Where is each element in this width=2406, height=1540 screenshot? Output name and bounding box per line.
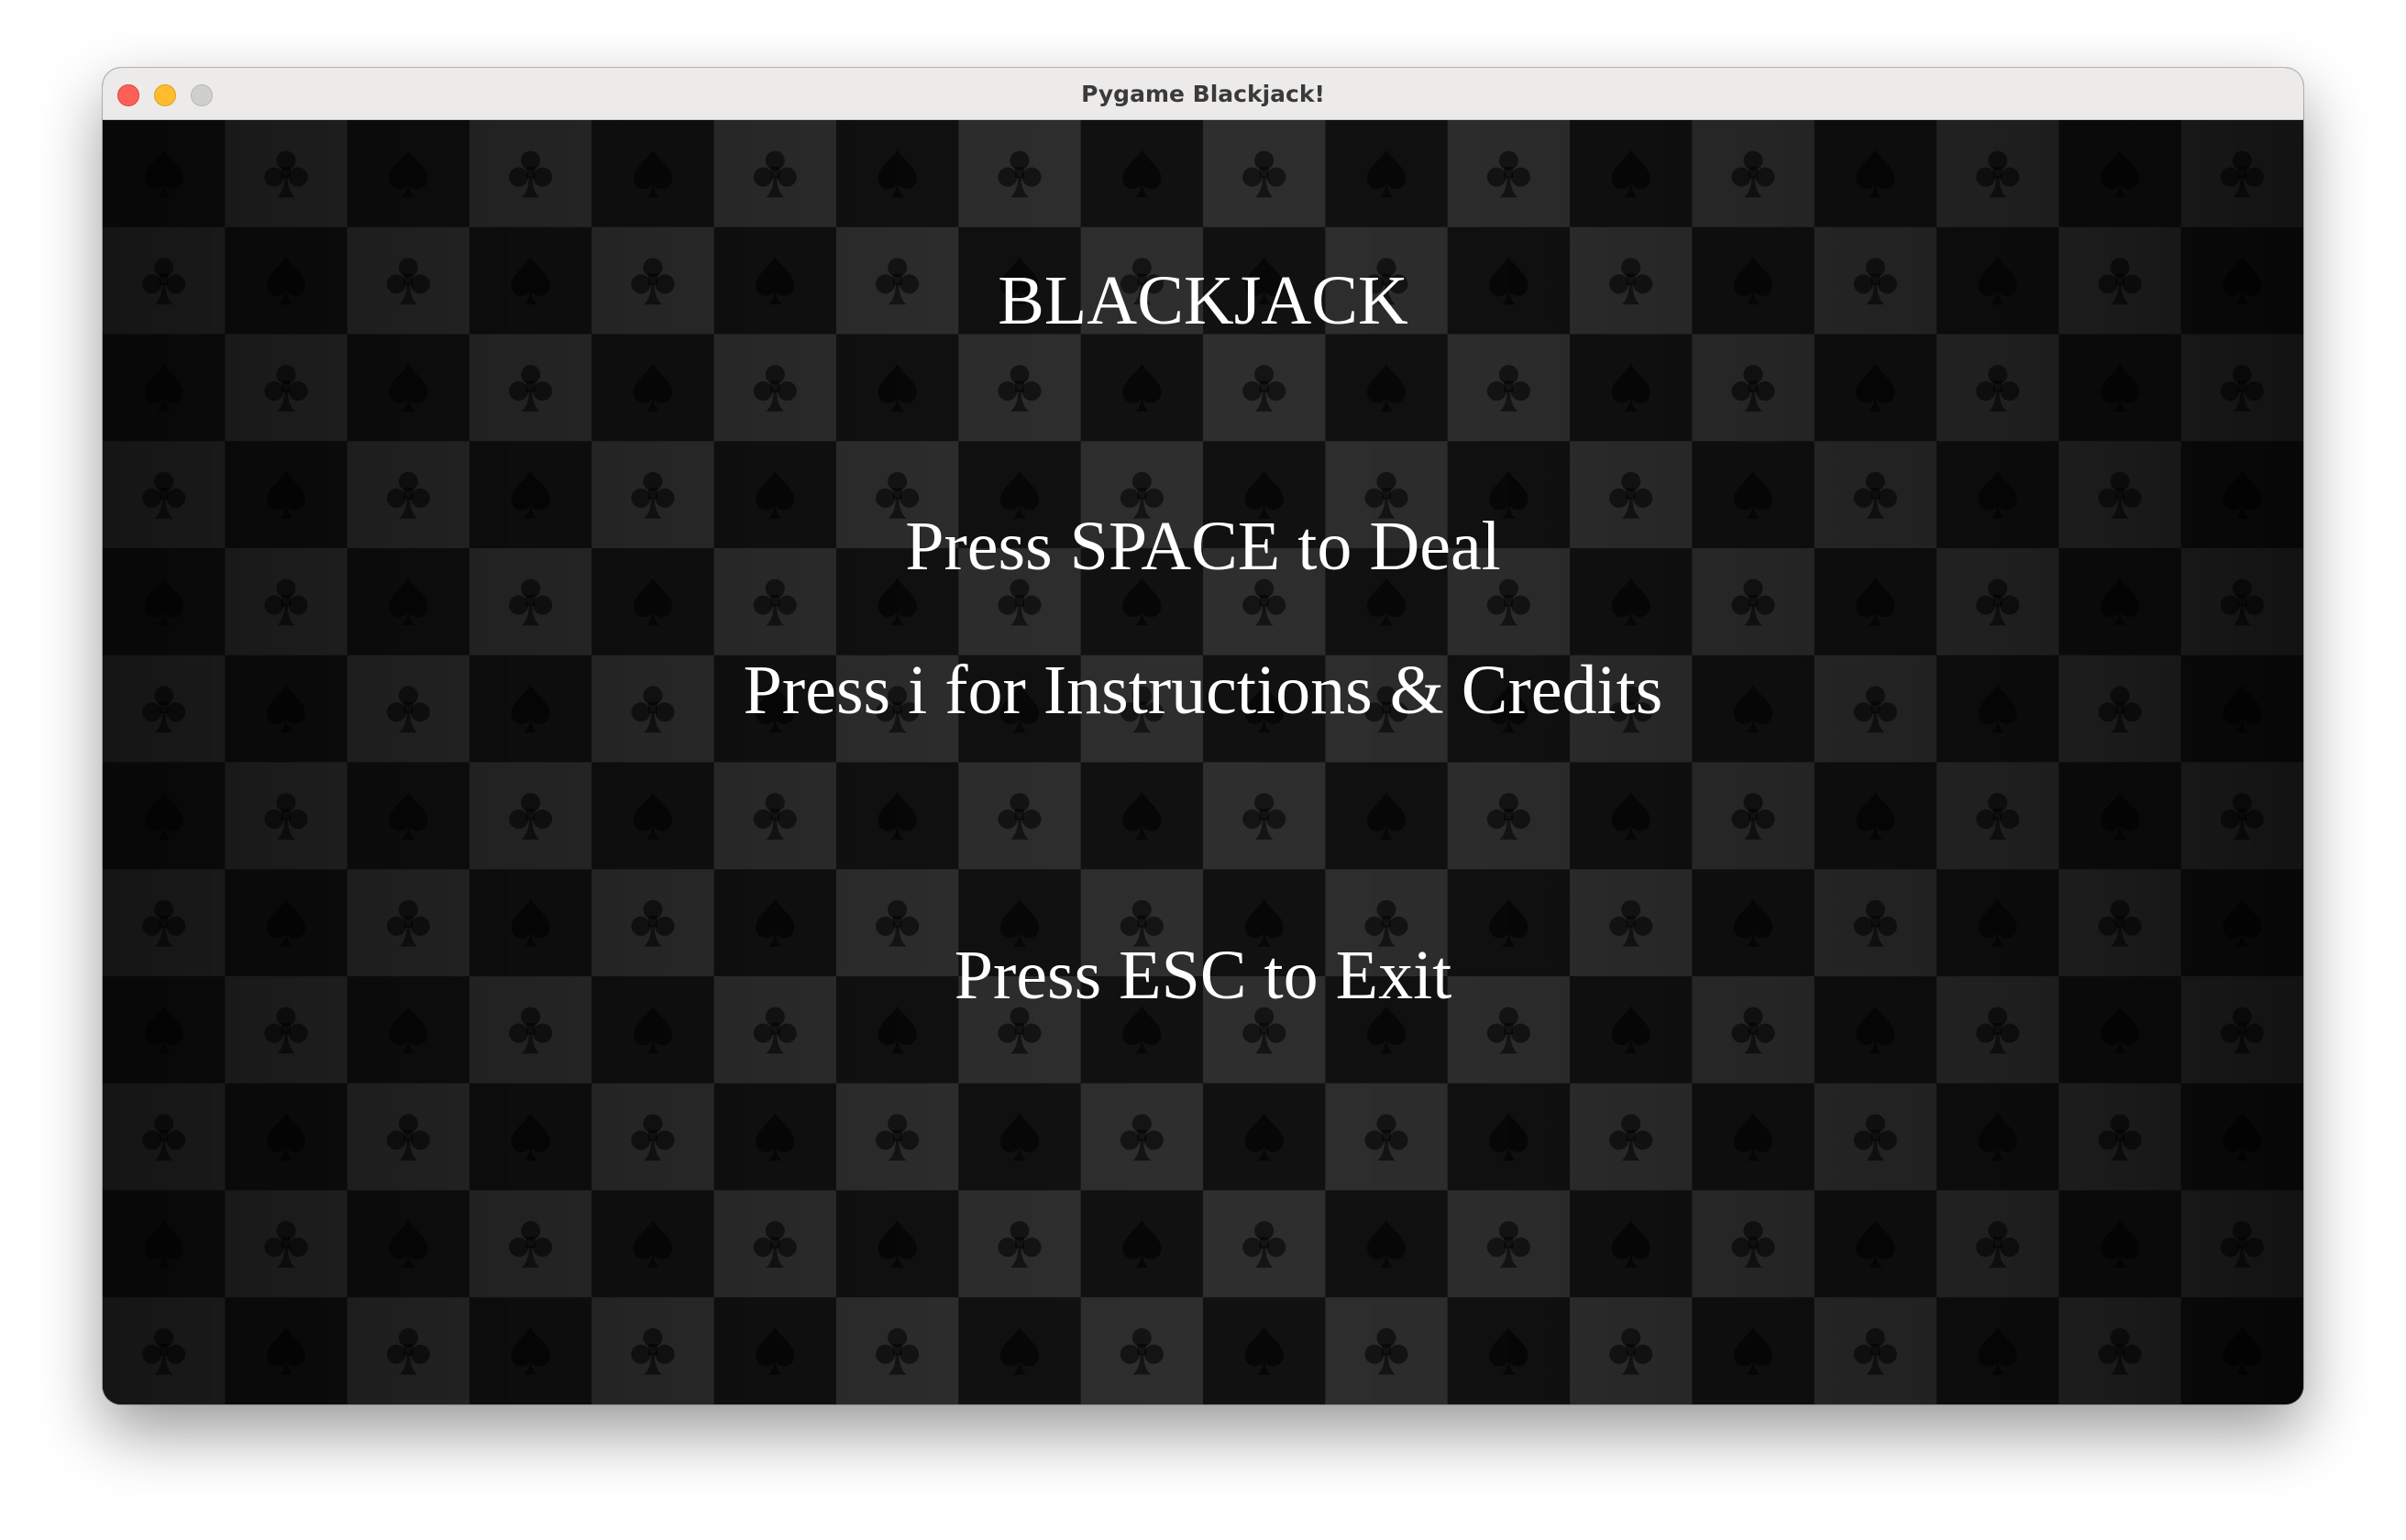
window-title: Pygame Blackjack! — [1081, 81, 1325, 107]
deal-prompt: Press SPACE to Deal — [905, 508, 1501, 585]
game-title: BLACKJACK — [998, 262, 1408, 339]
game-canvas[interactable]: BLACKJACK Press SPACE to Deal Press i fo… — [103, 120, 2303, 1404]
instructions-prompt: Press i for Instructions & Credits — [743, 652, 1663, 729]
app-window: Pygame Blackjack! BLACKJACK Press SPACE … — [103, 68, 2303, 1404]
title-bar[interactable]: Pygame Blackjack! — [103, 68, 2303, 120]
exit-prompt: Press ESC to Exit — [954, 937, 1452, 1014]
